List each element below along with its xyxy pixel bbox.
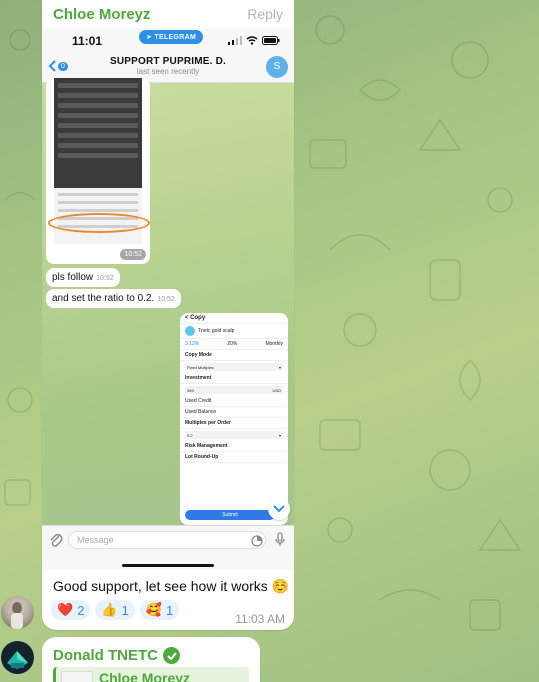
copy-settings-image[interactable]: < Copy Tnetc gold scalp 3.12% 20% Monthl… [180,313,288,525]
text-message[interactable]: and set the ratio to 0.2. 10:52 [46,289,181,308]
telegram-pill: ➤ TELEGRAM [139,30,204,44]
battery-icon [262,36,280,45]
message-text: and set the ratio to 0.2. [52,293,155,304]
chevron-down-icon [273,505,285,513]
copy-back-label: < Copy [180,313,288,324]
attached-screenshot[interactable]: 11:01 ➤ TELEGRAM 0 SUPPORT PUPRIME. D. l… [42,28,294,570]
profit-sharing: 20% [227,341,238,347]
back-button[interactable]: 0 [48,60,68,72]
sticker-icon[interactable] [251,535,263,547]
submit-button[interactable]: Submit [185,510,275,520]
reaction-thumbs-up[interactable]: 👍 1 [95,600,135,620]
investment-label: Investment [180,373,288,384]
phone-status-bar: 11:01 ➤ TELEGRAM [42,28,294,53]
text-message[interactable]: pls follow 10:52 [46,268,120,287]
image-message[interactable]: 10:52 [46,78,150,264]
message-caption: Good support, let see how it works ☺️ [53,578,290,594]
message-text: pls follow [52,272,94,283]
used-balance-row: Used Balance [180,407,288,418]
sender-row: Donald TNETC [53,647,180,664]
sender-name[interactable]: Chloe Moreyz [53,6,151,23]
stats-row: 3.12% 20% Monthly [180,339,288,350]
sender-name[interactable]: Donald TNETC [53,647,158,664]
investment-input[interactable]: 269 USD [185,386,283,394]
quoted-message[interactable]: Chloe Moreyz [53,667,249,682]
wifi-icon [246,36,258,45]
chevron-down-icon: ▾ [278,365,281,370]
provider-name: Tnetc gold scalp [198,328,235,334]
nested-screenshot [54,78,142,188]
message-time: 11:03 AM [235,612,285,626]
verified-icon [163,647,180,664]
provider-avatar [185,326,195,336]
message-time: 10:52 [96,275,114,282]
reaction-count: 1 [121,602,129,618]
avatar[interactable] [1,641,34,674]
heart-icon: ❤️ [57,602,74,617]
status-time: 11:01 [72,33,103,48]
chat-title: SUPPORT PUPRIME. D. [109,56,227,67]
message-input-bar: Message [42,525,294,570]
lot-roundup-label: Lot Round-Up [180,452,288,463]
chevron-left-icon [48,60,56,72]
multiples-label: Multiples per Order [180,418,288,429]
message-header: Chloe Moreyz Reply [42,0,294,28]
paperclip-icon[interactable] [49,532,63,548]
reaction-count: 1 [166,602,174,618]
message-bubble[interactable]: Chloe Moreyz Reply 11:01 ➤ TELEGRAM 0 SU… [42,0,294,630]
reply-button[interactable]: Reply [247,6,283,22]
signal-icon [228,36,242,45]
message-bubble[interactable]: Donald TNETC Chloe Moreyz [42,637,260,682]
quoted-image-thumbnail [61,671,93,682]
chevron-down-icon: ▾ [278,433,281,438]
telegram-pill-label: TELEGRAM [154,34,197,41]
unread-count-badge: 0 [58,61,68,71]
message-time: 10:52 [157,296,175,303]
reactions-row: ❤️ 2 👍 1 🥰 1 [51,600,180,620]
used-credit-row: Used Credit [180,396,288,407]
image-time: 10:52 [120,249,146,260]
avatar[interactable] [1,596,34,629]
risk-management-label: Risk Management [180,441,288,452]
chat-avatar[interactable]: S [266,56,288,78]
return-value: 3.12% [185,341,200,347]
multiples-select[interactable]: 0.2 ▾ [185,431,283,439]
status-icons [228,36,280,45]
highlight-circle [48,213,150,233]
settlement: Monthly [265,341,283,347]
message-input[interactable]: Message [68,531,266,549]
reaction-smiling-hearts[interactable]: 🥰 1 [139,600,180,620]
home-indicator [122,564,214,567]
scroll-down-button[interactable] [268,498,290,520]
reaction-count: 2 [77,602,85,618]
reaction-heart[interactable]: ❤️ 2 [51,600,91,620]
copy-mode-select[interactable]: Fixed Multiples ▾ [185,363,283,371]
quoted-sender: Chloe Moreyz [99,670,191,682]
copy-mode-label: Copy Mode [180,350,288,361]
microphone-icon[interactable] [274,532,286,548]
thumbs-up-icon: 👍 [101,602,118,617]
chat-subtitle: last seen recently [136,67,200,76]
provider-row: Tnetc gold scalp [180,324,288,339]
smiling-hearts-icon: 🥰 [145,602,163,617]
